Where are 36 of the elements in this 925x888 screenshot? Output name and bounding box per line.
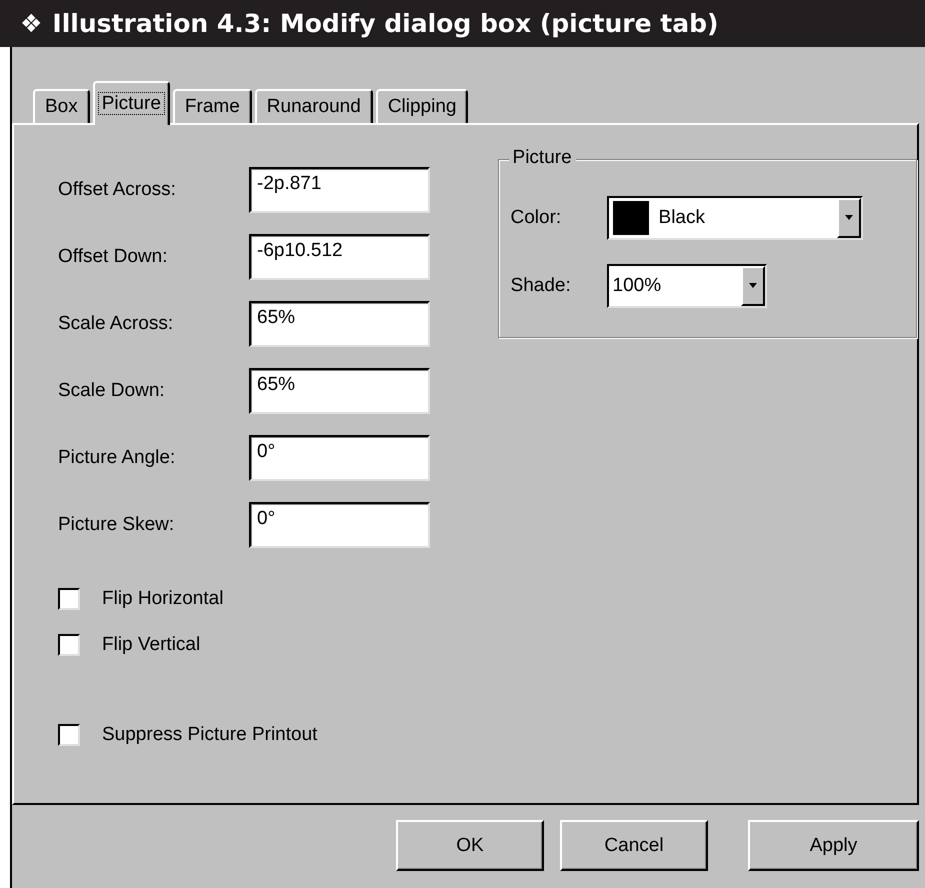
input-field[interactable]: 65% bbox=[249, 300, 430, 346]
dropdown-label: Shade: bbox=[510, 275, 572, 297]
tab[interactable]: Picture bbox=[92, 81, 170, 125]
dropdown-button[interactable] bbox=[836, 198, 861, 238]
checkbox[interactable] bbox=[58, 588, 80, 610]
dialog-button[interactable]: Apply bbox=[748, 820, 919, 871]
field-label: Offset Across: bbox=[58, 178, 177, 200]
tab[interactable]: Runaround bbox=[254, 89, 373, 123]
tab[interactable]: Box bbox=[33, 89, 90, 123]
illustration-title: Illustration 4.3: Modify dialog box (picture tab) bbox=[52, 9, 718, 38]
checkbox-label: Flip Vertical bbox=[102, 634, 200, 656]
checkbox-label: Flip Horizontal bbox=[102, 588, 224, 610]
checkbox[interactable] bbox=[58, 634, 80, 656]
dialog-button[interactable]: OK bbox=[396, 820, 544, 871]
tab[interactable]: Clipping bbox=[376, 89, 468, 123]
field-label: Offset Down: bbox=[58, 246, 168, 268]
tab[interactable]: Frame bbox=[172, 89, 252, 123]
dropdown-arrow-icon bbox=[844, 215, 854, 221]
dropdown-button[interactable] bbox=[740, 266, 765, 306]
input-field[interactable]: 65% bbox=[249, 368, 430, 414]
field-label: Picture Angle: bbox=[58, 446, 176, 468]
input-field[interactable]: -2p.871 bbox=[249, 166, 430, 212]
field-label: Scale Down: bbox=[58, 380, 166, 402]
checkbox[interactable] bbox=[58, 724, 80, 746]
dialog-button[interactable]: Cancel bbox=[560, 820, 708, 871]
field-label: Picture Skew: bbox=[58, 514, 176, 536]
dropdown[interactable]: 100% bbox=[606, 264, 767, 308]
checkbox-label: Suppress Picture Printout bbox=[102, 724, 318, 746]
field-label: Scale Across: bbox=[58, 312, 174, 334]
dropdown-arrow-icon bbox=[748, 283, 758, 289]
input-field[interactable]: 0° bbox=[249, 434, 430, 480]
dropdown-label: Color: bbox=[510, 207, 562, 229]
input-field[interactable]: 0° bbox=[249, 502, 430, 548]
diamond-icon: ❖ bbox=[20, 9, 42, 38]
dropdown[interactable]: Black bbox=[606, 196, 863, 240]
input-field[interactable]: -6p10.512 bbox=[249, 234, 430, 280]
